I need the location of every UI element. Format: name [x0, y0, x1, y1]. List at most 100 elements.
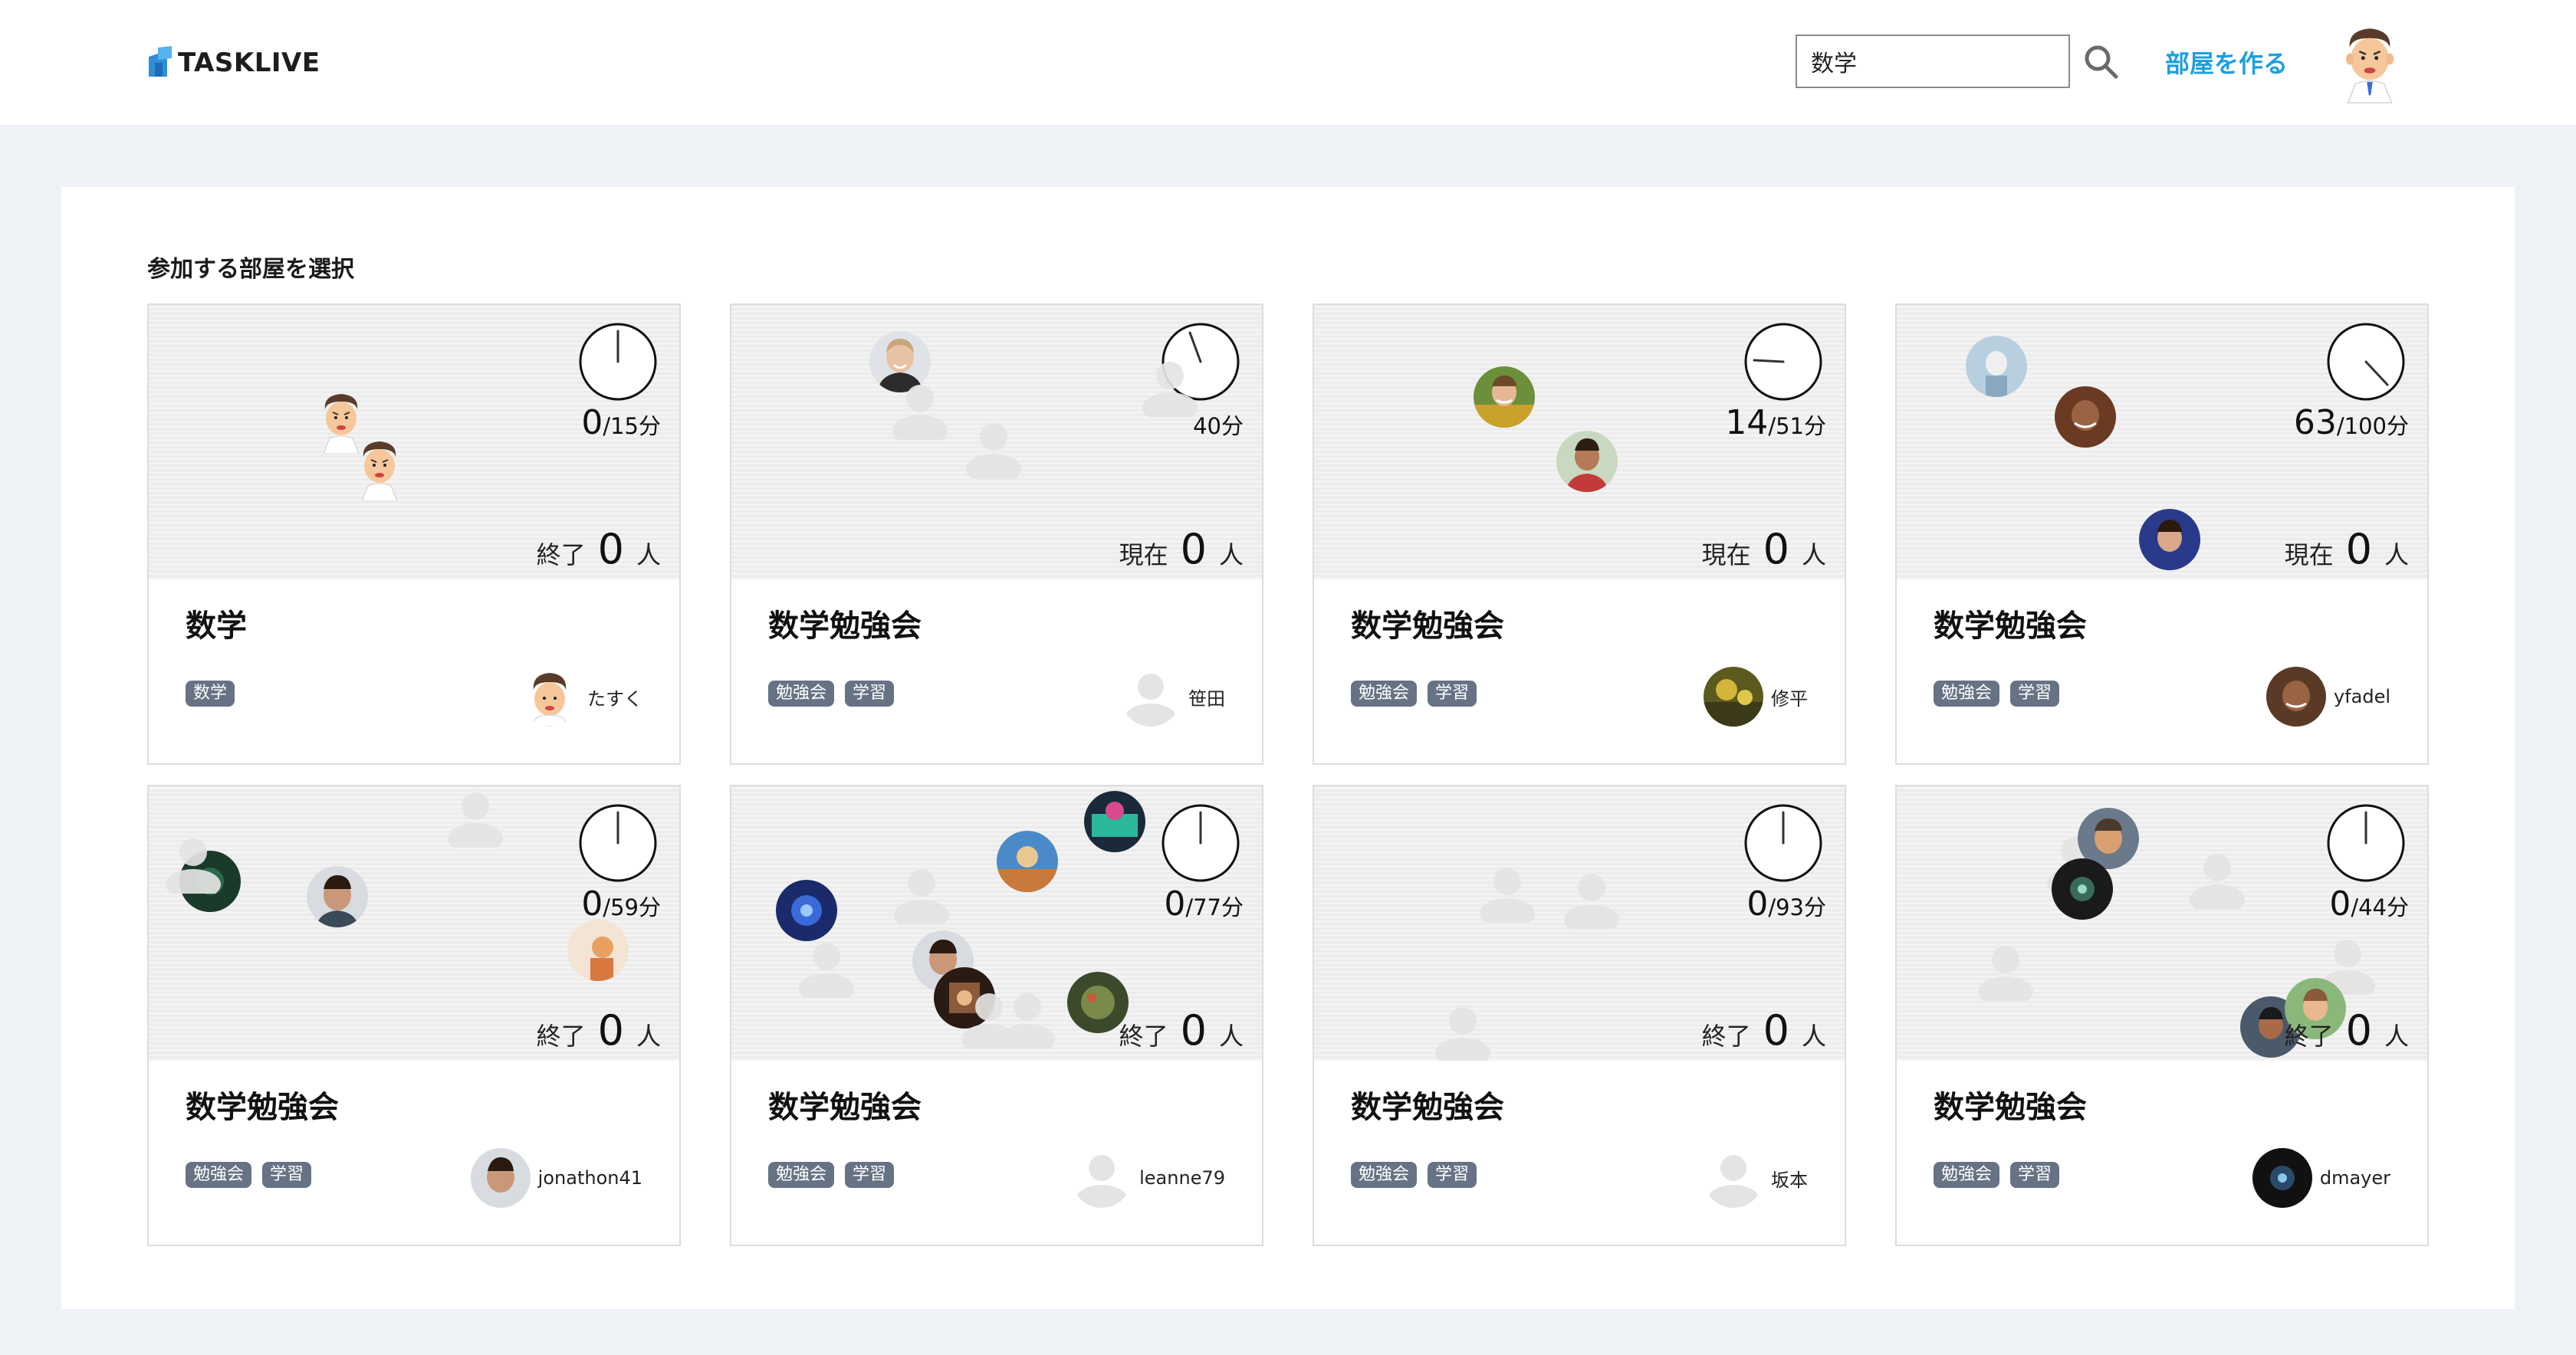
room-preview: 0/77分 終了 0 人	[731, 786, 1262, 1061]
timer-total: 40分	[1193, 413, 1244, 439]
room-owner: leanne79	[1072, 1148, 1225, 1208]
participant-count: 0	[597, 1006, 624, 1055]
user-avatar[interactable]	[2338, 21, 2401, 104]
room-name: 数学勉強会	[1934, 609, 2087, 644]
timer-total: /15分	[603, 413, 661, 439]
timer-total: /77分	[1185, 894, 1244, 920]
tag[interactable]: 学習	[262, 1162, 312, 1188]
default-avatar-icon	[1142, 362, 1198, 417]
timer-elapsed: 0	[2329, 884, 2351, 924]
room-owner: dmayer	[2252, 1148, 2390, 1208]
room-owner: 笹田	[1121, 667, 1225, 727]
tag[interactable]: 学習	[845, 1162, 895, 1188]
room-select-panel: 参加する部屋を選択 0/15分 終了 0 人 数学 数学 たすく 40分 現在 …	[61, 187, 2515, 1309]
tag[interactable]: 学習	[845, 681, 895, 707]
default-avatar-icon	[1435, 1007, 1490, 1061]
tag[interactable]: 学習	[2010, 681, 2060, 707]
participant-count: 0	[1763, 525, 1789, 573]
owner-avatar	[520, 667, 580, 727]
participant-status: 現在 0 人	[1702, 529, 1826, 571]
room-name: 数学勉強会	[1351, 609, 1504, 644]
status-label: 終了	[1119, 1022, 1168, 1051]
tag[interactable]: 勉強会	[1351, 681, 1418, 707]
participant-status: 現在 0 人	[1119, 529, 1244, 571]
tag[interactable]: 勉強会	[1351, 1162, 1418, 1188]
clock-icon	[2327, 804, 2405, 882]
room-card[interactable]: 0/93分 終了 0 人 数学勉強会 勉強会 学習 坂本	[1313, 785, 1846, 1246]
room-card[interactable]: 0/77分 終了 0 人 数学勉強会 勉強会 学習 leanne79	[730, 785, 1263, 1246]
tag[interactable]: 学習	[2010, 1162, 2060, 1188]
status-label: 終了	[2284, 1022, 2334, 1051]
timer-elapsed: 63	[2293, 403, 2337, 442]
tag[interactable]: 数学	[186, 681, 235, 707]
participant-status: 現在 0 人	[2285, 529, 2409, 571]
participant-status: 終了 0 人	[2285, 1010, 2409, 1052]
tag[interactable]: 勉強会	[186, 1162, 252, 1188]
timer-elapsed: 0	[581, 884, 603, 924]
status-label: 現在	[1119, 540, 1168, 569]
status-label: 終了	[1701, 1022, 1751, 1051]
default-avatar-icon	[894, 869, 949, 924]
create-room-link[interactable]: 部屋を作る	[2165, 44, 2288, 80]
room-card[interactable]: 0/15分 終了 0 人 数学 数学 たすく	[147, 303, 681, 765]
tag[interactable]: 勉強会	[768, 681, 835, 707]
room-owner: 修平	[1704, 667, 1808, 727]
tag-list: 勉強会 学習	[768, 1162, 895, 1188]
participant-count: 0	[1180, 525, 1207, 573]
participant-count: 0	[1180, 1006, 1207, 1055]
participant-status: 終了 0 人	[537, 529, 661, 571]
timer: 0/93分	[1746, 884, 1826, 924]
clock-icon	[1162, 804, 1240, 882]
count-unit: 人	[1218, 1022, 1244, 1051]
tasklive-logo[interactable]: TASKLIVE	[147, 46, 320, 80]
timer: 0/15分	[581, 403, 661, 442]
room-name: 数学勉強会	[768, 1090, 922, 1125]
header: TASKLIVE 部屋を作る	[0, 0, 2576, 125]
default-avatar-icon	[1000, 993, 1055, 1048]
tag[interactable]: 勉強会	[1934, 1162, 2000, 1188]
room-card[interactable]: 0/59分 終了 0 人 数学勉強会 勉強会 学習 jonathon41	[147, 785, 681, 1246]
owner-name: dmayer	[2319, 1167, 2390, 1189]
room-card[interactable]: 0/44分 終了 0 人 数学勉強会 勉強会 学習 dmayer	[1895, 785, 2429, 1246]
timer-elapsed: 0	[581, 403, 603, 442]
owner-name: 修平	[1771, 687, 1808, 710]
default-avatar-icon	[1564, 874, 1619, 929]
count-unit: 人	[1218, 540, 1244, 569]
tag[interactable]: 勉強会	[1934, 681, 2000, 707]
room-card[interactable]: 14/51分 現在 0 人 数学勉強会 勉強会 学習 修平	[1313, 303, 1846, 765]
default-avatar-icon	[966, 423, 1021, 478]
room-card[interactable]: 40分 現在 0 人 数学勉強会 勉強会 学習 笹田	[730, 303, 1263, 765]
count-unit: 人	[1801, 1022, 1826, 1051]
search-input[interactable]	[1796, 34, 2070, 88]
timer-total: /100分	[2336, 413, 2409, 439]
tag[interactable]: 学習	[1428, 681, 1477, 707]
tag-list: 数学	[186, 681, 235, 707]
room-preview: 0/15分 終了 0 人	[149, 305, 679, 579]
participant-avatar	[361, 441, 398, 501]
default-avatar-icon	[1480, 868, 1535, 923]
room-owner: 坂本	[1704, 1148, 1808, 1208]
count-unit: 人	[636, 1022, 661, 1051]
room-preview: 0/44分 終了 0 人	[1897, 786, 2427, 1061]
tag-list: 勉強会 学習	[768, 681, 895, 707]
logo-text: TASKLIVE	[178, 48, 320, 78]
tag[interactable]: 学習	[1428, 1162, 1477, 1188]
participant-avatar	[1966, 336, 2027, 397]
room-card[interactable]: 63/100分 現在 0 人 数学勉強会 勉強会 学習 yfadel	[1895, 303, 2429, 765]
default-avatar-icon	[1978, 946, 2033, 1001]
timer-total: /59分	[603, 894, 661, 920]
tag[interactable]: 勉強会	[768, 1162, 835, 1188]
tag-list: 勉強会 学習	[186, 1162, 312, 1188]
timer-elapsed: 0	[1746, 884, 1769, 924]
room-preview: 0/59分 終了 0 人	[149, 786, 679, 1061]
room-name: 数学勉強会	[768, 609, 922, 644]
status-label: 終了	[536, 1022, 586, 1051]
participant-avatar	[2139, 509, 2200, 570]
default-avatar-icon	[448, 792, 503, 848]
room-name: 数学	[186, 609, 247, 644]
timer: 40分	[1193, 403, 1244, 442]
clock-icon	[1744, 323, 1822, 401]
search-icon[interactable]	[2082, 43, 2121, 81]
participant-avatar	[776, 880, 837, 941]
clock-icon	[1744, 804, 1822, 882]
